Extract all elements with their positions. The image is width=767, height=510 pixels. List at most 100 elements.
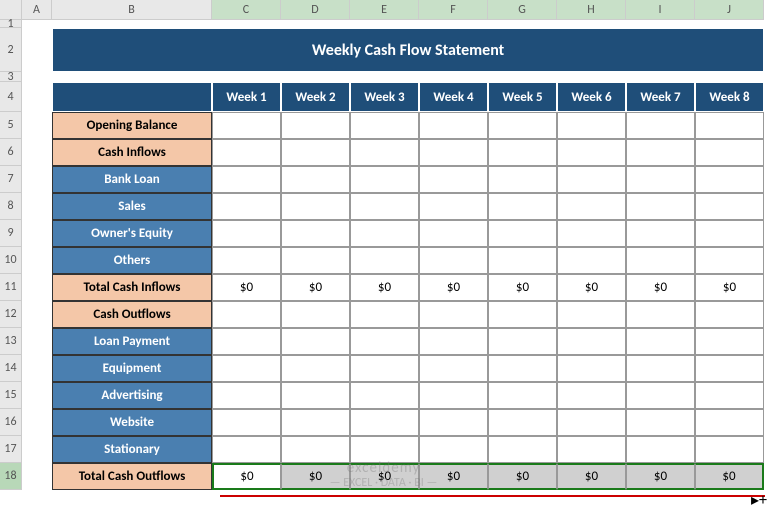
data-cell[interactable] — [212, 436, 281, 463]
data-cell[interactable] — [695, 112, 764, 139]
row-header-17[interactable]: 17 — [0, 436, 22, 463]
data-cell[interactable] — [419, 139, 488, 166]
total-out-cell[interactable]: $0 — [695, 463, 764, 490]
data-cell[interactable] — [695, 328, 764, 355]
total-in-cell[interactable]: $0 — [281, 274, 350, 301]
row-header-16[interactable]: 16 — [0, 409, 22, 436]
data-cell[interactable] — [350, 382, 419, 409]
total-in-cell[interactable]: $0 — [212, 274, 281, 301]
data-cell[interactable] — [281, 166, 350, 193]
data-cell[interactable] — [281, 220, 350, 247]
data-cell[interactable] — [488, 328, 557, 355]
total-in-cell[interactable]: $0 — [695, 274, 764, 301]
data-cell[interactable] — [626, 220, 695, 247]
data-cell[interactable] — [626, 247, 695, 274]
spreadsheet-grid[interactable]: A B C D E F G H I J 1 2 Weekly Cash Flow… — [0, 0, 767, 490]
data-cell[interactable] — [695, 193, 764, 220]
data-cell[interactable] — [419, 409, 488, 436]
data-cell[interactable] — [350, 220, 419, 247]
total-out-cell[interactable]: $0 — [557, 463, 626, 490]
data-cell[interactable] — [212, 301, 281, 328]
data-cell[interactable] — [419, 193, 488, 220]
row-header-3[interactable]: 3 — [0, 72, 22, 82]
data-cell[interactable] — [695, 139, 764, 166]
data-cell[interactable] — [695, 247, 764, 274]
data-cell[interactable] — [626, 139, 695, 166]
data-cell[interactable] — [488, 301, 557, 328]
data-cell[interactable] — [488, 112, 557, 139]
row-header-18[interactable]: 18 — [0, 463, 22, 490]
data-cell[interactable] — [695, 301, 764, 328]
data-cell[interactable] — [626, 436, 695, 463]
data-cell[interactable] — [350, 166, 419, 193]
data-cell[interactable] — [212, 355, 281, 382]
data-cell[interactable] — [350, 301, 419, 328]
data-cell[interactable] — [419, 355, 488, 382]
data-cell[interactable] — [626, 166, 695, 193]
data-cell[interactable] — [557, 139, 626, 166]
data-cell[interactable] — [212, 328, 281, 355]
data-cell[interactable] — [557, 112, 626, 139]
data-cell[interactable] — [695, 436, 764, 463]
data-cell[interactable] — [350, 247, 419, 274]
row-header-7[interactable]: 7 — [0, 166, 22, 193]
data-cell[interactable] — [281, 139, 350, 166]
data-cell[interactable] — [281, 328, 350, 355]
row-header-13[interactable]: 13 — [0, 328, 22, 355]
col-header-F[interactable]: F — [419, 0, 488, 20]
data-cell[interactable] — [557, 193, 626, 220]
row-header-4[interactable]: 4 — [0, 82, 22, 112]
data-cell[interactable] — [281, 112, 350, 139]
data-cell[interactable] — [419, 301, 488, 328]
col-header-I[interactable]: I — [626, 0, 695, 20]
data-cell[interactable] — [350, 436, 419, 463]
data-cell[interactable] — [350, 193, 419, 220]
col-header-J[interactable]: J — [695, 0, 764, 20]
data-cell[interactable] — [557, 166, 626, 193]
fill-handle-cursor-icon[interactable]: ▸+ — [751, 490, 767, 510]
data-cell[interactable] — [626, 355, 695, 382]
data-cell[interactable] — [695, 409, 764, 436]
col-header-B[interactable]: B — [52, 0, 212, 20]
data-cell[interactable] — [212, 139, 281, 166]
data-cell[interactable] — [695, 166, 764, 193]
data-cell[interactable] — [695, 382, 764, 409]
row-header-14[interactable]: 14 — [0, 355, 22, 382]
data-cell[interactable] — [281, 247, 350, 274]
col-header-A[interactable]: A — [22, 0, 52, 20]
data-cell[interactable] — [281, 301, 350, 328]
col-header-C[interactable]: C — [212, 0, 281, 20]
data-cell[interactable] — [626, 301, 695, 328]
data-cell[interactable] — [212, 409, 281, 436]
data-cell[interactable] — [419, 220, 488, 247]
data-cell[interactable] — [281, 382, 350, 409]
row-header-15[interactable]: 15 — [0, 382, 22, 409]
data-cell[interactable] — [557, 436, 626, 463]
data-cell[interactable] — [488, 409, 557, 436]
data-cell[interactable] — [350, 328, 419, 355]
data-cell[interactable] — [419, 166, 488, 193]
data-cell[interactable] — [557, 409, 626, 436]
total-out-cell[interactable]: $0 — [488, 463, 557, 490]
row-header-10[interactable]: 10 — [0, 247, 22, 274]
data-cell[interactable] — [350, 355, 419, 382]
data-cell[interactable] — [350, 112, 419, 139]
data-cell[interactable] — [212, 112, 281, 139]
total-out-cell[interactable]: $0 — [626, 463, 695, 490]
col-header-H[interactable]: H — [557, 0, 626, 20]
data-cell[interactable] — [626, 382, 695, 409]
data-cell[interactable] — [212, 382, 281, 409]
data-cell[interactable] — [626, 193, 695, 220]
data-cell[interactable] — [557, 301, 626, 328]
data-cell[interactable] — [281, 193, 350, 220]
data-cell[interactable] — [419, 247, 488, 274]
row-header-5[interactable]: 5 — [0, 112, 22, 139]
data-cell[interactable] — [419, 436, 488, 463]
data-cell[interactable] — [488, 220, 557, 247]
total-in-cell[interactable]: $0 — [557, 274, 626, 301]
data-cell[interactable] — [557, 247, 626, 274]
data-cell[interactable] — [350, 409, 419, 436]
row-header-1[interactable]: 1 — [0, 20, 22, 28]
data-cell[interactable] — [557, 355, 626, 382]
row-header-2[interactable]: 2 — [0, 28, 22, 72]
